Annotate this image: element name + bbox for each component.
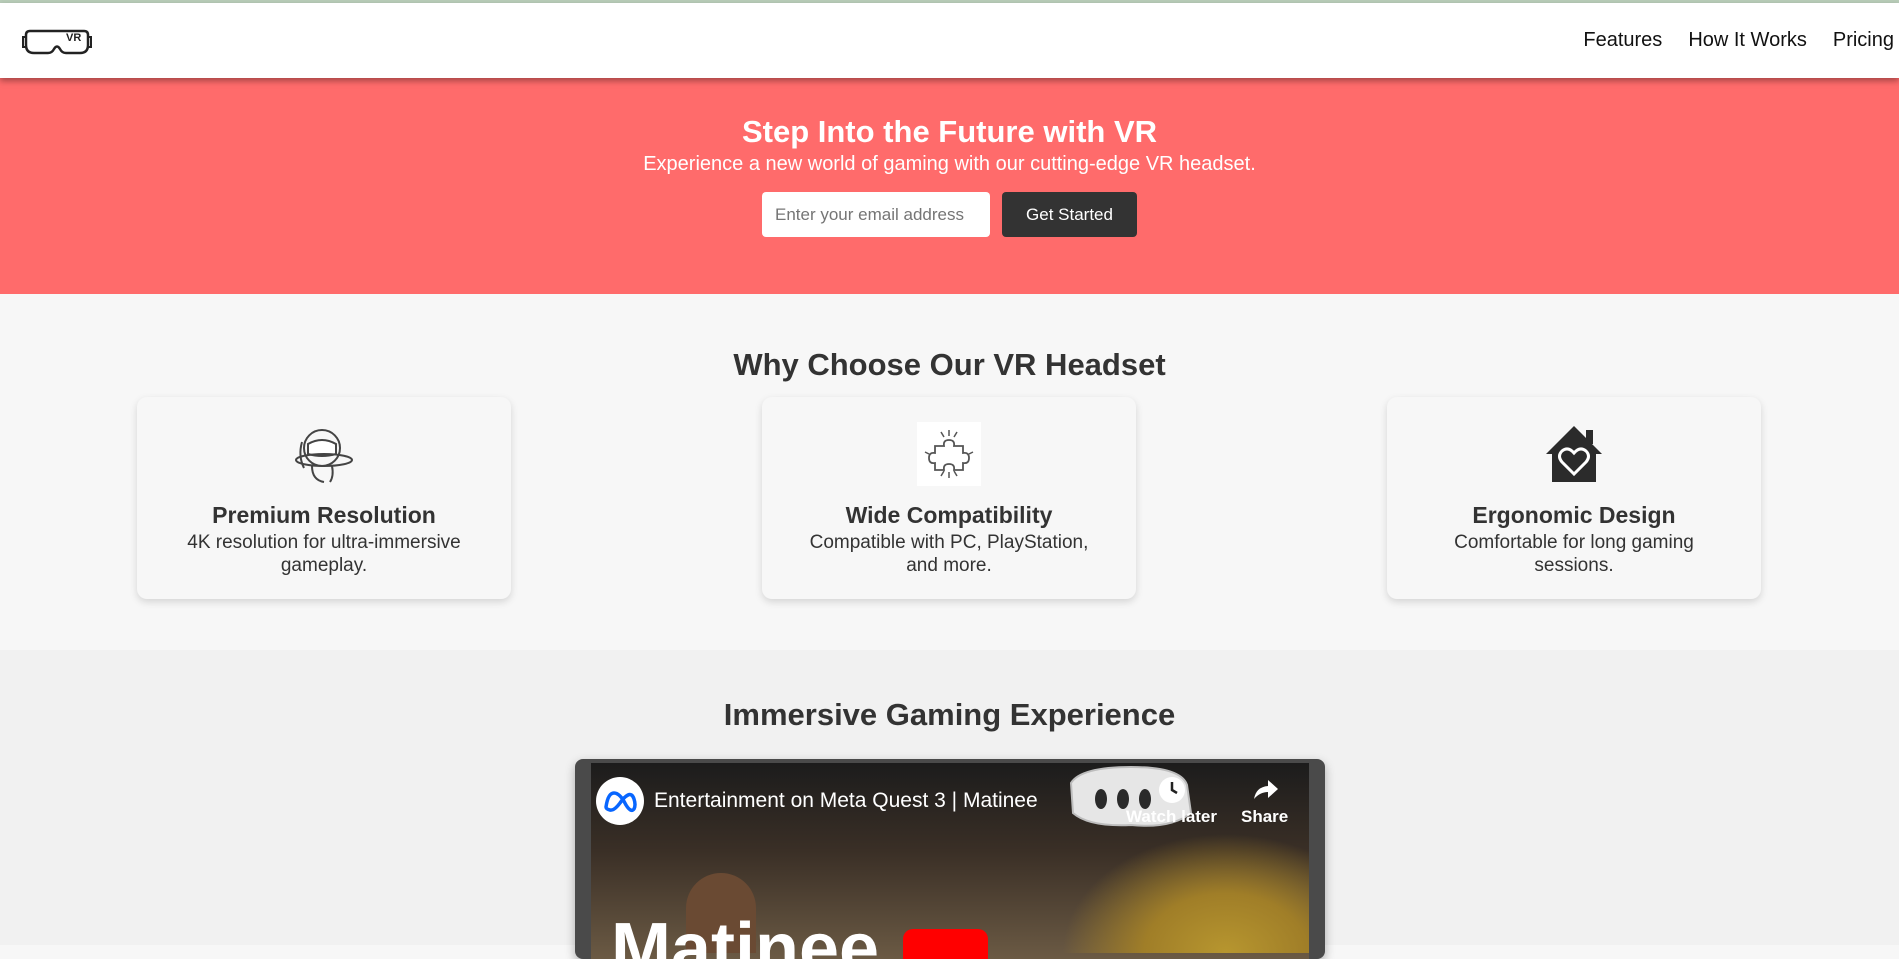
nav-features[interactable]: Features <box>1583 29 1662 52</box>
feature-title: Wide Compatibility <box>845 502 1053 528</box>
hero-title: Step Into the Future with VR <box>741 114 1158 149</box>
signup-form: Get Started <box>0 192 1899 237</box>
feature-title: Ergonomic Design <box>1472 502 1676 528</box>
clock-icon <box>1158 777 1185 803</box>
video-overlay-title: Matinee <box>611 909 880 959</box>
vr-user-icon <box>295 429 353 483</box>
youtube-play-icon[interactable] <box>903 929 988 959</box>
get-started-button[interactable]: Get Started <box>1002 192 1137 237</box>
hero-subtitle: Experience a new world of gaming with ou… <box>643 153 1256 175</box>
features-title: Why Choose Our VR Headset <box>733 347 1166 382</box>
hero-section: Step Into the Future with VR Experience … <box>0 78 1899 294</box>
feature-description: Comfortable for long gaming sessions. <box>1454 532 1694 576</box>
video-section-title: Immersive Gaming Experience <box>723 697 1176 732</box>
puzzle-icon <box>917 422 981 486</box>
feature-description: Compatible with PC, PlayStation, and mor… <box>809 532 1089 576</box>
share-label: Share <box>1241 807 1289 826</box>
meta-logo-icon <box>604 791 637 813</box>
nav-pricing[interactable]: Pricing <box>1833 29 1894 52</box>
logo-text: VR <box>66 32 81 44</box>
share-arrow-icon <box>1253 780 1278 799</box>
video-player[interactable]: Entertainment on Meta Quest 3 | Matinee … <box>591 763 1309 959</box>
video-person-foreground <box>1061 833 1309 953</box>
watch-later-label: Watch later <box>1126 807 1218 826</box>
video-section: Immersive Gaming Experience Entertainmen… <box>0 650 1899 959</box>
vr-headset-logo-icon[interactable]: VR <box>22 25 92 61</box>
feature-title: Premium Resolution <box>212 502 436 528</box>
house-heart-icon <box>1546 426 1602 482</box>
feature-description: 4K resolution for ultra-immersive gamepl… <box>187 532 461 576</box>
nav-how-it-works[interactable]: How It Works <box>1688 29 1807 52</box>
feature-card-compatibility: Wide Compatibility Compatible with PC, P… <box>762 397 1136 599</box>
watch-later-button[interactable]: Watch later <box>1126 775 1217 827</box>
video-embed-frame: Entertainment on Meta Quest 3 | Matinee … <box>575 759 1325 959</box>
site-header: VR Features How It Works Pricing <box>0 3 1899 78</box>
main-nav: Features How It Works Pricing <box>1583 29 1894 52</box>
email-input[interactable] <box>762 192 990 237</box>
feature-card-ergonomic: Ergonomic Design Comfortable for long ga… <box>1387 397 1761 599</box>
share-button[interactable]: Share <box>1241 775 1288 827</box>
channel-avatar[interactable] <box>596 777 644 825</box>
video-title[interactable]: Entertainment on Meta Quest 3 | Matinee <box>654 789 1038 813</box>
feature-card-resolution: Premium Resolution 4K resolution for ult… <box>137 397 511 599</box>
features-section: Why Choose Our VR Headset Premium Resolu… <box>0 294 1899 650</box>
